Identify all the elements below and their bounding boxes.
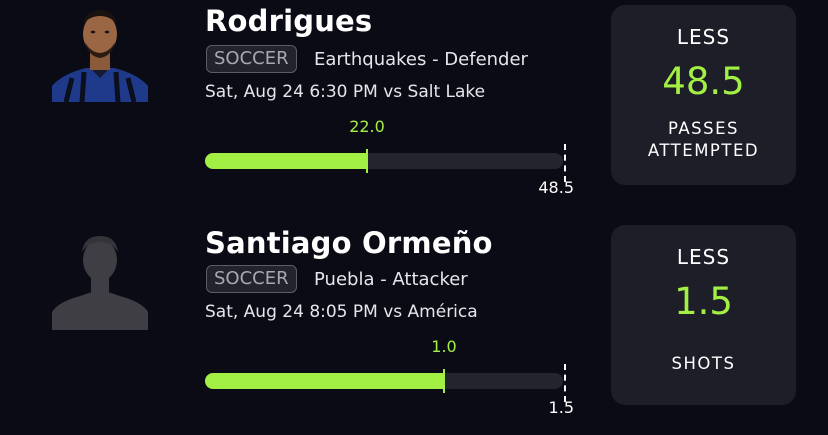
line-marker xyxy=(564,364,566,402)
pick-line: 1.5 xyxy=(674,280,733,323)
player-name: Rodrigues xyxy=(205,4,373,38)
progress-fill xyxy=(205,153,367,169)
silhouette-avatar-icon xyxy=(52,230,148,330)
game-info: Sat, Aug 24 8:05 PM vs América xyxy=(205,302,478,322)
sport-badge: SOCCER xyxy=(206,265,297,293)
team-position: Puebla - Attacker xyxy=(314,269,468,290)
current-value-marker xyxy=(443,369,445,393)
line-value-label: 1.5 xyxy=(548,398,574,417)
game-info: Sat, Aug 24 6:30 PM vs Salt Lake xyxy=(205,82,486,102)
progress-track xyxy=(205,149,563,173)
progress-fill xyxy=(205,373,444,389)
pick-panel[interactable]: LESS 48.5 PASSES ATTEMPTED xyxy=(611,5,796,185)
pick-stat: PASSES ATTEMPTED xyxy=(647,119,760,160)
sport-badge: SOCCER xyxy=(206,45,297,73)
line-value-label: 48.5 xyxy=(538,178,574,197)
pick-line: 48.5 xyxy=(662,60,745,103)
pick-stat: SHOTS xyxy=(671,354,736,373)
pick-direction: LESS xyxy=(676,25,731,49)
current-value-marker xyxy=(366,149,368,173)
player-photo xyxy=(52,2,148,102)
current-value-label: 22.0 xyxy=(349,117,385,136)
team-position: Earthquakes - Defender xyxy=(314,49,528,70)
line-marker xyxy=(564,144,566,182)
current-value-label: 1.0 xyxy=(431,337,457,356)
player-card[interactable]: Santiago Ormeño SOCCER Puebla - Attacker… xyxy=(0,220,828,435)
pick-direction: LESS xyxy=(676,245,731,269)
player-name: Santiago Ormeño xyxy=(205,226,493,260)
progress-track xyxy=(205,369,563,393)
player-card[interactable]: Rodrigues SOCCER Earthquakes - Defender … xyxy=(0,0,828,215)
pick-panel[interactable]: LESS 1.5 SHOTS xyxy=(611,225,796,405)
